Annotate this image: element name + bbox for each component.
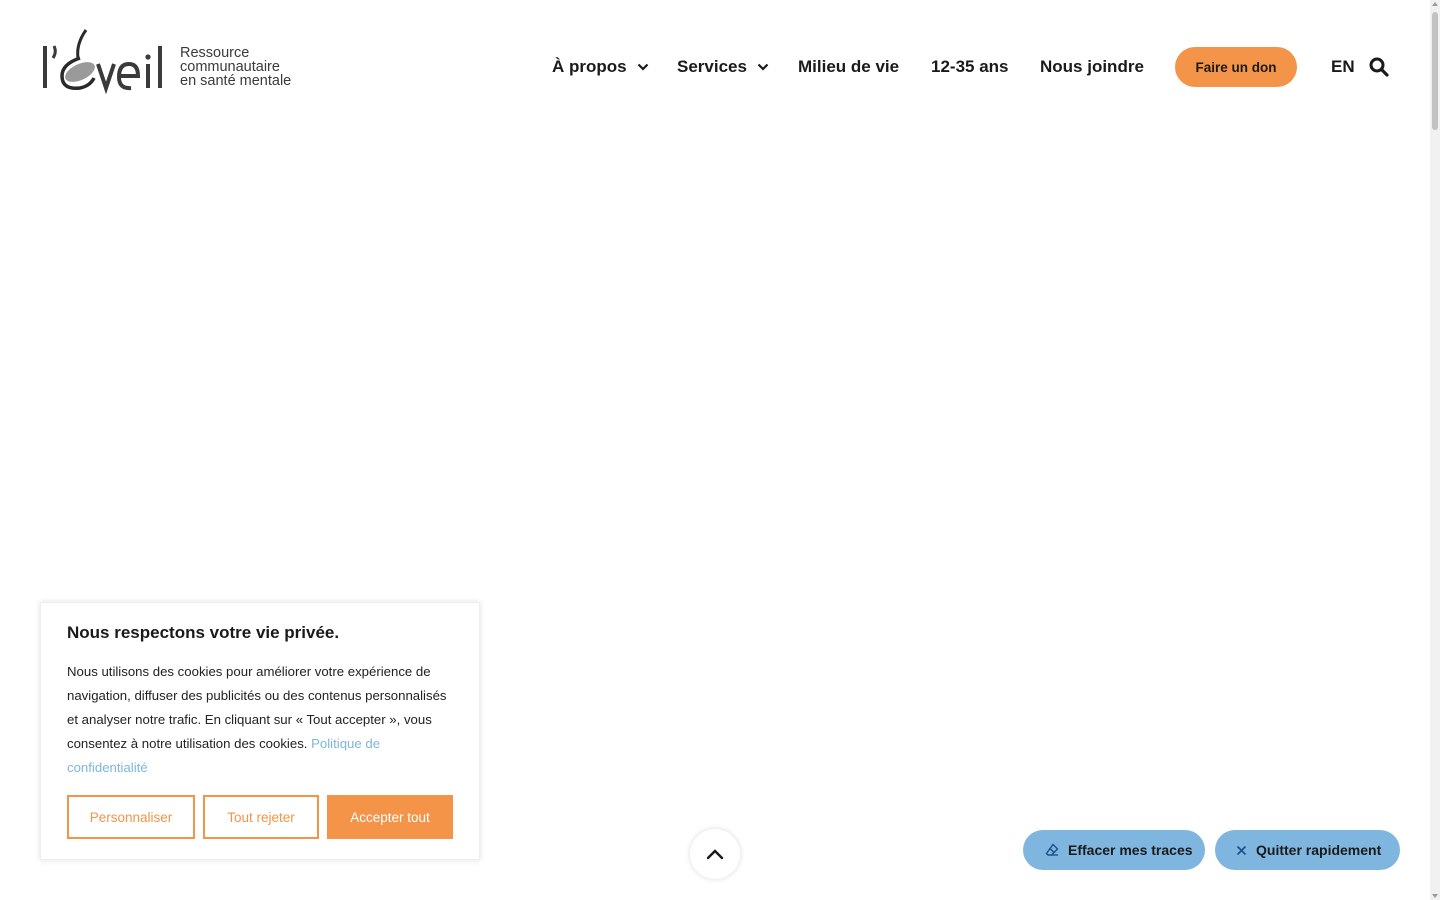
eraser-icon <box>1045 843 1059 856</box>
quick-exit-label: Quitter rapidement <box>1256 842 1382 858</box>
logo-tagline-line: communautaire <box>180 59 280 75</box>
page-scrollbar[interactable] <box>1430 0 1440 900</box>
cookie-description: Nous utilisons des cookies pour améliore… <box>67 660 459 780</box>
cookie-consent-banner: Nous respectons votre vie privée. Nous u… <box>40 602 480 860</box>
scroll-up-arrow-icon[interactable] <box>1432 2 1438 6</box>
chevron-down-icon <box>757 63 769 71</box>
quick-exit-button[interactable]: Quitter rapidement <box>1215 830 1400 870</box>
donate-button[interactable]: Faire un don <box>1175 47 1297 87</box>
nav-item-label: Nous joindre <box>1040 57 1144 76</box>
nav-item-label: 12-35 ans <box>931 57 1009 76</box>
accept-all-button[interactable]: Accepter tout <box>327 795 453 839</box>
cookie-title: Nous respectons votre vie privée. <box>67 623 340 642</box>
nav-item-label: À propos <box>552 57 627 76</box>
chevron-up-icon <box>706 849 724 860</box>
reject-all-button[interactable]: Tout rejeter <box>203 795 319 839</box>
erase-traces-label: Effacer mes traces <box>1068 842 1193 858</box>
nav-item-milieu-de-vie[interactable]: Milieu de vie <box>798 47 899 87</box>
nav-item-services[interactable]: Services <box>677 47 769 87</box>
chevron-down-icon <box>637 63 648 71</box>
site-logo[interactable]: Ressource communautaire en santé mentale <box>40 28 300 98</box>
site-header: Ressource communautaire en santé mentale… <box>0 0 1440 130</box>
nav-item-nous-joindre[interactable]: Nous joindre <box>1040 47 1144 87</box>
logo-tagline: Ressource communautaire en santé mentale <box>180 45 292 89</box>
search-icon[interactable] <box>1369 57 1389 77</box>
customize-button[interactable]: Personnaliser <box>67 795 195 839</box>
back-to-top-button[interactable] <box>690 829 740 879</box>
nav-item-12-35-ans[interactable]: 12-35 ans <box>931 47 1009 87</box>
scrollbar-thumb[interactable] <box>1432 12 1438 130</box>
close-icon <box>1236 845 1247 855</box>
logo-tagline-line: en santé mentale <box>180 73 292 89</box>
cookie-text: Nous utilisons des cookies pour améliore… <box>67 664 447 751</box>
logo-tagline-line: Ressource <box>180 45 250 61</box>
nav-item-label: Milieu de vie <box>798 57 900 76</box>
scroll-down-arrow-icon[interactable] <box>1432 894 1438 898</box>
erase-traces-button[interactable]: Effacer mes traces <box>1023 830 1205 870</box>
language-switch-link[interactable]: EN <box>1331 47 1355 87</box>
nav-item-label: Services <box>677 57 747 76</box>
logo-mark-icon <box>43 29 162 95</box>
nav-item-a-propos[interactable]: À propos <box>552 47 649 87</box>
